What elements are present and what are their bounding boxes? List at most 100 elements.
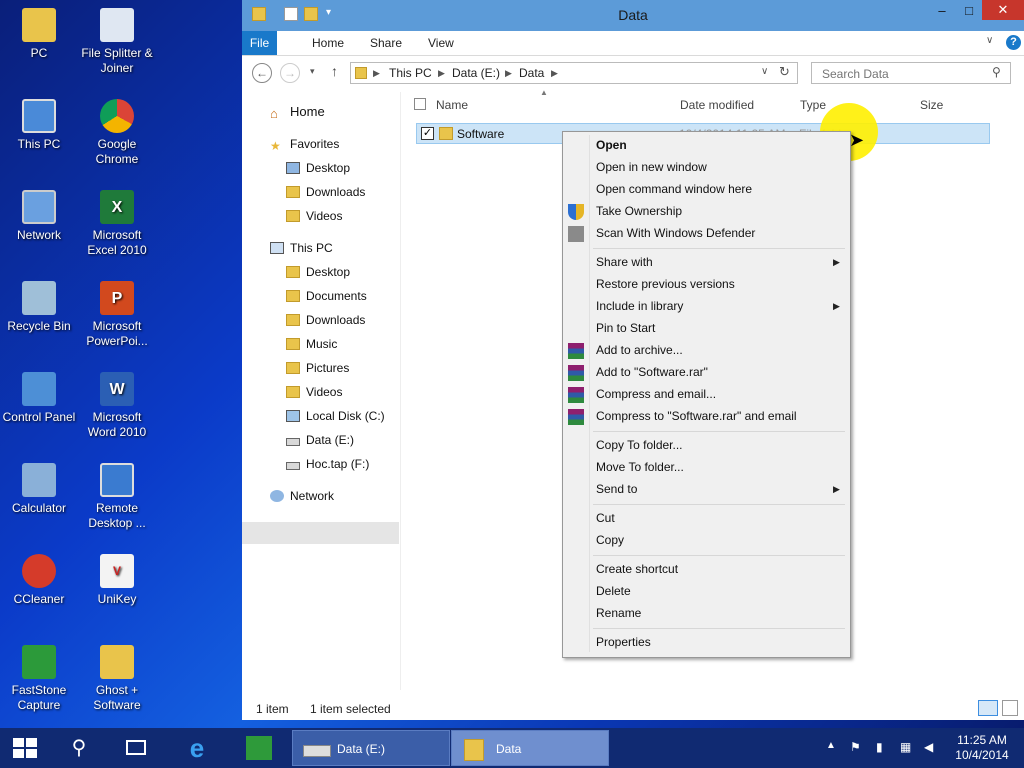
desktop-icon-file-splitter[interactable]: File Splitter & Joiner (78, 8, 156, 76)
nav-pc-documents[interactable]: Documents (286, 285, 367, 307)
tab-share[interactable]: Share (360, 31, 412, 55)
nav-local-disk-c[interactable]: Local Disk (C:) (286, 405, 385, 427)
taskbar-app-data[interactable]: Data (451, 730, 609, 766)
close-button[interactable]: ✕ (982, 0, 1024, 20)
desktop-icon-recycle-bin[interactable]: Recycle Bin (0, 281, 78, 334)
nav-pc-pictures[interactable]: Pictures (286, 357, 349, 379)
tab-view[interactable]: View (418, 31, 464, 55)
refresh-icon[interactable]: ↻ (779, 64, 790, 80)
menu-delete[interactable]: Delete (596, 584, 631, 598)
menu-scan-defender[interactable]: Scan With Windows Defender (596, 226, 755, 240)
desktop-icon-remote-desktop[interactable]: Remote Desktop ... (78, 463, 156, 531)
desktop-icon-pc[interactable]: PC (0, 8, 78, 61)
volume-icon[interactable]: ◀ (924, 740, 933, 754)
large-icons-view-button[interactable] (1002, 700, 1018, 716)
desktop-icon-faststone[interactable]: FastStone Capture (0, 645, 78, 713)
select-all-checkbox[interactable] (414, 98, 426, 110)
column-date-modified[interactable]: Date modified (680, 98, 754, 112)
desktop-icon-control-panel[interactable]: Control Panel (0, 372, 78, 425)
menu-open-command-window[interactable]: Open command window here (596, 182, 752, 196)
column-size[interactable]: Size (920, 98, 943, 112)
task-view-icon[interactable] (122, 728, 152, 768)
desktop-icon-calculator[interactable]: Calculator (0, 463, 78, 516)
menu-move-to-folder[interactable]: Move To folder... (596, 460, 684, 474)
expand-ribbon-icon[interactable]: ∨ (986, 35, 993, 46)
menu-create-shortcut[interactable]: Create shortcut (596, 562, 678, 576)
menu-rename[interactable]: Rename (596, 606, 641, 620)
nav-fav-videos[interactable]: Videos (286, 205, 342, 227)
nav-pc-downloads[interactable]: Downloads (286, 309, 365, 331)
desktop-icon-this-pc[interactable]: This PC (0, 99, 78, 152)
nav-fav-downloads[interactable]: Downloads (286, 181, 365, 203)
menu-copy-to-folder[interactable]: Copy To folder... (596, 438, 683, 452)
menu-include-in-library[interactable]: Include in library (596, 299, 683, 313)
nav-this-pc[interactable]: This PC (270, 237, 333, 259)
menu-copy[interactable]: Copy (596, 533, 624, 547)
search-input[interactable] (820, 66, 984, 82)
nav-fav-desktop[interactable]: Desktop (286, 157, 350, 179)
recent-locations-icon[interactable]: ▾ (310, 66, 315, 77)
desktop-icon-chrome[interactable]: Google Chrome (78, 99, 156, 167)
search-box[interactable]: ⚲ (811, 62, 1011, 84)
details-view-button[interactable] (978, 700, 998, 716)
battery-icon[interactable]: ▮ (876, 740, 883, 754)
desktop-icon-unikey[interactable]: V UniKey (78, 554, 156, 607)
minimize-button[interactable]: – (928, 0, 956, 22)
nav-hoc-tap-f[interactable]: Hoc.tap (F:) (286, 453, 369, 475)
flag-icon[interactable]: ⚑ (850, 740, 861, 754)
column-headers: ▲ Name Date modified Type Size (412, 88, 1012, 116)
breadcrumb-this-pc[interactable]: This PC (389, 66, 432, 80)
desktop-icon-word[interactable]: W Microsoft Word 2010 (78, 372, 156, 440)
search-icon[interactable]: ⚲ (992, 65, 1001, 79)
row-checkbox[interactable]: ✓ (421, 127, 434, 140)
maximize-button[interactable]: □ (956, 0, 982, 22)
tab-home[interactable]: Home (302, 31, 354, 55)
show-hidden-icons[interactable]: ▲ (826, 740, 836, 751)
title-bar[interactable]: ▾ Data – □ ✕ (242, 0, 1024, 31)
nav-pc-videos[interactable]: Videos (286, 381, 342, 403)
column-type[interactable]: Type (800, 98, 826, 112)
nav-favorites[interactable]: ★ Favorites (270, 133, 339, 155)
menu-restore-previous-versions[interactable]: Restore previous versions (596, 277, 735, 291)
menu-cut[interactable]: Cut (596, 511, 615, 525)
desktop-icon-powerpoint[interactable]: P Microsoft PowerPoi... (78, 281, 156, 349)
up-button[interactable]: ↑ (331, 63, 338, 79)
breadcrumb-data[interactable]: Data (519, 66, 544, 80)
menu-compress-to-rar-and-email[interactable]: Compress to "Software.rar" and email (596, 409, 797, 423)
internet-explorer-icon[interactable]: e (180, 728, 214, 768)
menu-properties[interactable]: Properties (596, 635, 651, 649)
menu-pin-to-start[interactable]: Pin to Start (596, 321, 655, 335)
breadcrumb-data-e[interactable]: Data (E:) (452, 66, 500, 80)
file-name[interactable]: Software (457, 127, 504, 141)
network-tray-icon[interactable]: ▦ (900, 740, 911, 754)
menu-add-to-software-rar[interactable]: Add to "Software.rar" (596, 365, 708, 379)
nav-home[interactable]: ⌂ Home (270, 101, 325, 123)
search-icon[interactable]: ⚲ (64, 728, 94, 768)
nav-pc-music[interactable]: Music (286, 333, 337, 355)
menu-compress-and-email[interactable]: Compress and email... (596, 387, 716, 401)
desktop-icon-network[interactable]: Network (0, 190, 78, 243)
store-icon[interactable] (244, 728, 274, 768)
desktop-icon-ccleaner[interactable]: CCleaner (0, 554, 78, 607)
start-button[interactable] (8, 728, 42, 768)
help-icon[interactable]: ? (1006, 35, 1021, 50)
forward-button[interactable]: → (280, 63, 300, 83)
menu-add-to-archive[interactable]: Add to archive... (596, 343, 683, 357)
address-bar[interactable]: ▶ This PC ▶ Data (E:) ▶ Data ▶ ∨ ↻ (350, 62, 798, 84)
menu-take-ownership[interactable]: Take Ownership (596, 204, 682, 218)
nav-pc-desktop[interactable]: Desktop (286, 261, 350, 283)
nav-data-e[interactable]: Data (E:) (286, 429, 354, 451)
desktop-icon-ghost-software[interactable]: Ghost + Software (78, 645, 156, 713)
nav-network[interactable]: Network (270, 485, 334, 507)
column-name[interactable]: Name (436, 98, 468, 112)
menu-open-new-window[interactable]: Open in new window (596, 160, 707, 174)
back-button[interactable]: ← (252, 63, 272, 83)
clock[interactable]: 11:25 AM 10/4/2014 (952, 733, 1012, 763)
tab-file[interactable]: File (242, 31, 277, 55)
menu-share-with[interactable]: Share with (596, 255, 653, 269)
menu-open[interactable]: Open (596, 138, 627, 152)
menu-send-to[interactable]: Send to (596, 482, 637, 496)
address-dropdown-icon[interactable]: ∨ (761, 66, 768, 77)
taskbar-app-data-e[interactable]: Data (E:) (292, 730, 450, 766)
desktop-icon-excel[interactable]: X Microsoft Excel 2010 (78, 190, 156, 258)
